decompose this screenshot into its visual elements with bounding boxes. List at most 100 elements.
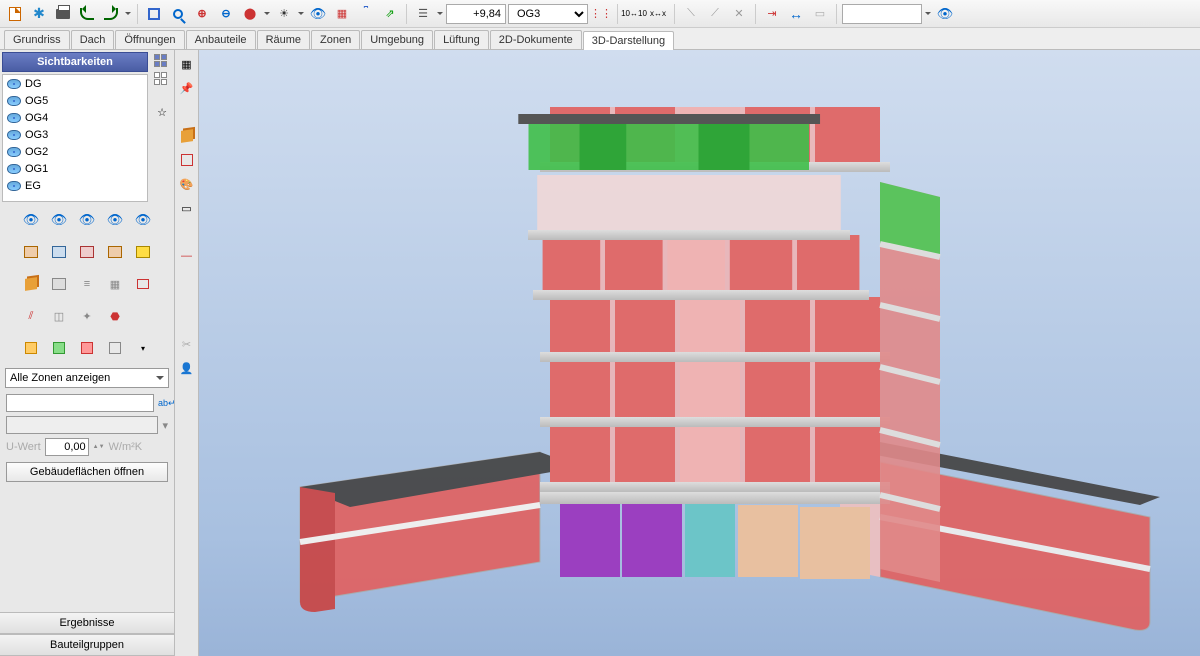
tab-zonen[interactable]: Zonen (311, 30, 360, 49)
tab-lueftung[interactable]: Lüftung (434, 30, 489, 49)
tab-raeume[interactable]: Räume (257, 30, 310, 49)
dim-x-x-button[interactable]: x↔x (647, 3, 669, 25)
print-button[interactable] (52, 3, 74, 25)
view-eye-button[interactable]: 👁 (307, 3, 329, 25)
pan-dropdown[interactable] (263, 3, 271, 25)
zone-tool-3[interactable] (74, 336, 100, 360)
zoom-window-button[interactable] (143, 3, 165, 25)
vis-eye-4[interactable]: 👁 (102, 208, 128, 232)
tab-anbauteile[interactable]: Anbauteile (186, 30, 256, 49)
paint-icon[interactable]: 🎨 (177, 174, 197, 194)
layer-row[interactable]: OG2 (3, 143, 147, 160)
layer-list: DG OG5 OG4 OG3 OG2 OG1 EG (2, 74, 148, 202)
hatch-tool-1[interactable]: ⫽ (18, 304, 44, 328)
zone-tool-2[interactable] (46, 336, 72, 360)
vis-eye-1[interactable]: 👁 (18, 208, 44, 232)
vis-eye-5[interactable]: 👁 (130, 208, 156, 232)
undo-history-dropdown[interactable] (124, 3, 132, 25)
uncheck-all-icon[interactable] (154, 72, 170, 86)
snap-3-button[interactable]: ✕ (728, 3, 750, 25)
open-building-surfaces-button[interactable]: Gebäudeflächen öffnen (6, 462, 168, 482)
search-dropdown[interactable] (924, 3, 932, 25)
zoom-tool-button[interactable] (167, 3, 189, 25)
redo-button[interactable] (100, 3, 122, 25)
layer-row[interactable]: OG5 (3, 92, 147, 109)
tab-umgebung[interactable]: Umgebung (361, 30, 433, 49)
undo-button[interactable] (76, 3, 98, 25)
wall-show-2[interactable] (46, 240, 72, 264)
red-line-icon[interactable]: ― (177, 246, 197, 266)
floor-tool-3[interactable]: ≡ (74, 272, 100, 296)
hatch-tool-5[interactable] (130, 304, 156, 328)
zone-tool-1[interactable] (18, 336, 44, 360)
layer-row[interactable]: OG3 (3, 126, 147, 143)
visibility-tools-row3: ≡ ▦ (0, 268, 174, 300)
favorite-star-button[interactable]: ☆ (152, 102, 172, 122)
floor-tool-4[interactable]: ▦ (102, 272, 128, 296)
align-top-button[interactable]: ⎴ (355, 3, 377, 25)
zoom-in-button[interactable]: ⊕ (191, 3, 213, 25)
wall-show-5[interactable] (130, 240, 156, 264)
grid-colors-button[interactable]: ▦ (331, 3, 353, 25)
eye-icon (7, 147, 21, 157)
card-button[interactable]: ▭ (809, 3, 831, 25)
dim-10-10-button[interactable]: 10↔10 (623, 3, 645, 25)
stretch-button[interactable]: ↔ (785, 3, 807, 25)
new-file-button[interactable] (4, 3, 26, 25)
export-button[interactable]: ⇗ (379, 3, 401, 25)
layers-dropdown[interactable] (436, 3, 444, 25)
layer-row[interactable]: OG1 (3, 160, 147, 177)
preview-eye-button[interactable]: 👁 (934, 3, 956, 25)
tab-3d-darstellung[interactable]: 3D-Darstellung (583, 31, 674, 50)
3d-viewport[interactable] (199, 50, 1200, 656)
hatch-tool-3[interactable]: ✦ (74, 304, 100, 328)
floor-tool-5[interactable] (130, 272, 156, 296)
wall-show-4[interactable] (102, 240, 128, 264)
wall-show-3[interactable] (74, 240, 100, 264)
grid4-icon[interactable]: ▦ (177, 54, 197, 74)
pin-icon[interactable]: 📌 (177, 78, 197, 98)
sheet-icon[interactable]: ▭ (177, 198, 197, 218)
vis-eye-2[interactable]: 👁 (46, 208, 72, 232)
pan-tool-button[interactable]: ⬤ (239, 3, 261, 25)
floor-tool-2[interactable] (46, 272, 72, 296)
wall-show-1[interactable] (18, 240, 44, 264)
snap-1-button[interactable]: ⟍ (680, 3, 702, 25)
coordinate-input[interactable] (446, 4, 506, 24)
zone-tool-4[interactable] (102, 336, 128, 360)
uwert-input[interactable] (45, 438, 89, 456)
section-ergebnisse[interactable]: Ergebnisse (0, 612, 174, 634)
floor-tool-1[interactable] (18, 272, 44, 296)
move-button[interactable]: ⇥ (761, 3, 783, 25)
tab-grundriss[interactable]: Grundriss (4, 30, 70, 49)
hatch-tool-4[interactable]: ⬣ (102, 304, 128, 328)
list-view-button[interactable]: ⋮⋮ (590, 3, 612, 25)
sun-dropdown[interactable] (297, 3, 305, 25)
section-bauteilgruppen[interactable]: Bauteilgruppen (0, 634, 174, 656)
snowflake-button[interactable]: ✱ (28, 3, 50, 25)
level-select[interactable]: OG3 (508, 4, 588, 24)
tab-dach[interactable]: Dach (71, 30, 115, 49)
tab-2d-dokumente[interactable]: 2D-Dokumente (490, 30, 582, 49)
snap-2-button[interactable]: ⟋ (704, 3, 726, 25)
cube-wire-icon[interactable] (177, 150, 197, 170)
filter-dropdown-icon[interactable]: ▾ (162, 419, 168, 432)
eye-icon (7, 96, 21, 106)
zone-tool-more[interactable]: ▾ (130, 336, 156, 360)
check-all-icon[interactable] (154, 54, 170, 68)
search-input[interactable] (842, 4, 922, 24)
zone-filter-dropdown[interactable]: Alle Zonen anzeigen (5, 368, 169, 388)
hatch-tool-2[interactable]: ◫ (46, 304, 72, 328)
uwert-spinner[interactable]: ▲▼ (93, 444, 105, 450)
tab-oeffnungen[interactable]: Öffnungen (115, 30, 184, 49)
layer-row[interactable]: DG (3, 75, 147, 92)
layer-row[interactable]: EG (3, 177, 147, 194)
cube-axo-icon[interactable] (177, 126, 197, 146)
layer-name: OG2 (25, 146, 48, 158)
layer-row[interactable]: OG4 (3, 109, 147, 126)
vis-eye-3[interactable]: 👁 (74, 208, 100, 232)
filter-text-input[interactable] (6, 394, 154, 412)
layers-button[interactable]: ☰ (412, 3, 434, 25)
zoom-out-button[interactable]: ⊖ (215, 3, 237, 25)
sun-button[interactable]: ☀ (273, 3, 295, 25)
